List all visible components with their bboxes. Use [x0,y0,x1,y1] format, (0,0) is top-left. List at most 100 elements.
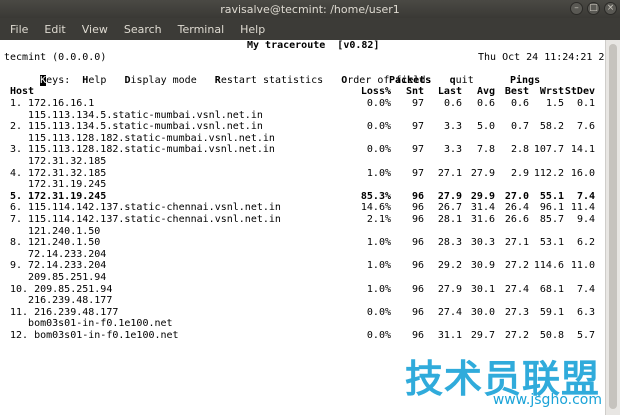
hop-best: 2.8 [510,144,529,156]
key-help-label: elp [88,74,107,86]
hop-avg: 27.9 [470,167,495,179]
hop-stdev: 7.6 [576,121,595,133]
hop-stdev: 5.7 [576,330,595,341]
hop-continuation: 72.14.233.204 [10,248,107,260]
hop-avg: 30.9 [470,260,495,272]
hop-best: 27.2 [504,330,529,341]
close-icon[interactable]: × [604,2,617,15]
hop-host: 7. 115.114.142.137.static-chennai.vsnl.n… [10,214,281,225]
hop-stdev: 11.0 [570,260,595,272]
hop-host: 12. bom03s01-in-f0.1e100.net [10,330,179,341]
hop-host: 5. 172.31.19.245 [10,190,107,202]
hop-continuation: 115.113.134.5.static-mumbai.vsnl.net.in [10,109,263,121]
menu-view[interactable]: View [76,23,114,36]
window-title: ravisalve@tecmint: /home/user1 [220,3,400,16]
hop-avg: 30.0 [470,306,495,318]
hop-snt: 96 [411,260,424,272]
hop-avg: 5.0 [476,121,495,133]
menu-edit[interactable]: Edit [38,23,71,36]
hop-stdev: 14.1 [570,144,595,156]
hop-wrst: 1.5 [545,98,564,109]
vertical-scrollbar[interactable] [605,40,620,415]
hop-last: 31.1 [437,330,462,341]
hop-wrst: 85.7 [539,214,564,225]
hop-loss: 2.1% [366,214,391,225]
minimize-icon[interactable]: – [570,2,583,15]
hop-best: 2.9 [510,167,529,179]
menu-terminal[interactable]: Terminal [172,23,231,36]
hop-wrst: 112.2 [533,167,564,179]
hop-wrst: 107.7 [533,144,564,156]
hop-snt: 96 [411,190,424,202]
hop-continuation: 121.240.1.50 [10,225,101,237]
title-bar[interactable]: ravisalve@tecmint: /home/user1 – □ × [0,0,620,18]
hop-wrst: 55.1 [539,190,564,202]
hop-loss: 0.0% [366,306,391,318]
hop-continuation: 115.113.128.182.static-mumbai.vsnl.net.i… [10,132,275,144]
hop-last: 0.6 [443,98,462,109]
column-header-snt: Snt [405,86,424,98]
hop-loss: 0.0% [366,144,391,156]
hop-host: 11. 216.239.48.177 [10,306,119,318]
hop-avg: 0.6 [476,98,495,109]
hop-loss: 1.0% [366,237,391,249]
mtr-header: My traceroute [v0.82] [247,40,380,51]
hop-wrst: 59.1 [539,306,564,318]
scroll-thumb[interactable] [609,44,617,409]
hop-loss: 14.6% [360,202,391,214]
hop-best: 0.7 [510,121,529,133]
hop-host: 3. 115.113.128.182.static-mumbai.vsnl.ne… [10,144,275,156]
hop-loss: 85.3% [360,190,391,202]
terminal-window: ravisalve@tecmint: /home/user1 – □ × Fil… [0,0,620,415]
menu-file[interactable]: File [4,23,34,36]
group-pings: Pings [510,74,541,86]
hop-host: 10. 209.85.251.94 [10,283,113,295]
hop-snt: 97 [411,98,424,109]
hop-snt: 97 [411,144,424,156]
hop-stdev: 9.4 [576,214,595,225]
column-header-last: Last [437,86,462,98]
menu-help[interactable]: Help [234,23,271,36]
hop-avg: 29.7 [470,330,495,341]
hop-snt: 96 [411,283,424,295]
menu-search[interactable]: Search [118,23,168,36]
hop-loss: 1.0% [366,283,391,295]
hop-snt: 96 [411,237,424,249]
hop-avg: 7.8 [476,144,495,156]
maximize-icon[interactable]: □ [587,2,600,15]
hop-wrst: 68.1 [539,283,564,295]
hop-last: 27.1 [437,167,462,179]
hop-last: 28.3 [437,237,462,249]
hop-best: 0.6 [510,98,529,109]
hop-host: 8. 121.240.1.50 [10,237,101,249]
hop-stdev: 11.4 [570,202,595,214]
hop-last: 27.4 [437,306,462,318]
column-header-avg: Avg [476,86,495,98]
hop-continuation: bom03s01-in-f0.1e100.net [10,318,173,330]
hop-last: 3.3 [443,144,462,156]
hop-continuation: 216.239.48.177 [10,295,113,307]
hop-wrst: 114.6 [533,260,564,272]
hop-last: 29.2 [437,260,462,272]
column-header-best: Best [504,86,529,98]
hop-best: 27.4 [504,283,529,295]
key-restart-label: estart statistics [220,74,324,86]
hop-loss: 1.0% [366,167,391,179]
hop-stdev: 7.4 [576,190,595,202]
hop-continuation: 172.31.32.185 [10,156,107,167]
hop-last: 28.1 [437,214,462,225]
hop-loss: 1.0% [366,260,391,272]
hop-snt: 97 [411,167,424,179]
hop-best: 27.1 [504,237,529,249]
hop-loss: 0.0% [366,121,391,133]
menu-bar: File Edit View Search Terminal Help [0,18,620,40]
hop-best: 27.2 [504,260,529,272]
hop-host: 9. 72.14.233.204 [10,260,107,272]
watermark-url: www.jsgho.com [492,392,602,408]
hop-avg: 29.9 [470,190,495,202]
hop-snt: 96 [411,306,424,318]
hop-last: 27.9 [437,283,462,295]
column-header-wrst: Wrst [539,86,564,98]
hop-last: 26.7 [437,202,462,214]
hop-host: 4. 172.31.32.185 [10,167,107,179]
